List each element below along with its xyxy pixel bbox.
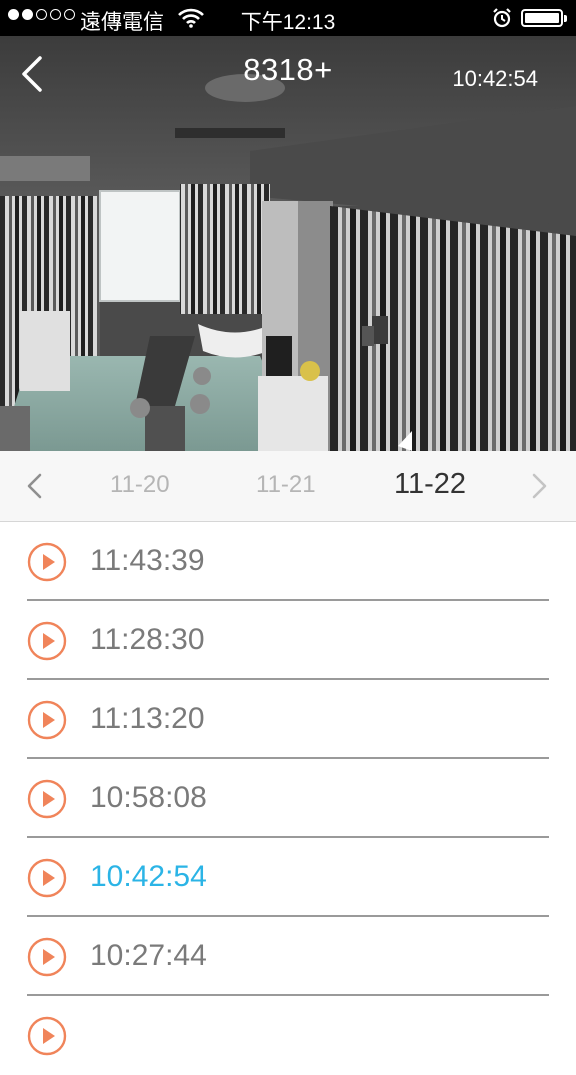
previous-date-button[interactable]: [22, 473, 48, 499]
recording-item[interactable]: 10:27:44: [0, 917, 576, 996]
camera-video-view[interactable]: 8318+ 10:42:54: [0, 36, 576, 451]
recording-item[interactable]: 11:13:20: [0, 680, 576, 759]
recording-list: 11:43:39 11:28:30 11:13:20 10:58:08 10:4…: [0, 522, 576, 1075]
video-timestamp: 10:42:54: [452, 66, 538, 91]
status-bar: 遠傳電信 下午12:13: [0, 0, 576, 36]
play-circle-icon: [27, 937, 67, 977]
recording-time: 11:43:39: [90, 544, 205, 577]
date-tab[interactable]: 11-20: [110, 471, 170, 499]
date-tab-selected[interactable]: 11-22: [394, 468, 466, 501]
play-circle-icon: [27, 700, 67, 740]
recording-item-active[interactable]: 10:42:54: [0, 838, 576, 917]
recording-item-partial[interactable]: [0, 996, 576, 1075]
recording-time: 11:28:30: [90, 623, 205, 656]
chevron-left-icon: [27, 473, 42, 499]
play-circle-icon: [27, 542, 67, 582]
alarm-icon: [492, 8, 512, 34]
play-circle-icon: [27, 621, 67, 661]
next-date-button[interactable]: [526, 473, 552, 499]
date-selector: 11-20 11-21 11-22: [0, 451, 576, 522]
recording-time: 11:13:20: [90, 702, 205, 735]
play-circle-icon: [27, 779, 67, 819]
recording-item[interactable]: 11:43:39: [0, 522, 576, 601]
play-circle-icon: [27, 858, 67, 898]
play-circle-icon: [27, 1016, 67, 1056]
recording-time: 10:58:08: [90, 781, 207, 814]
camera-feed-image: [0, 36, 576, 451]
recording-item[interactable]: 10:58:08: [0, 759, 576, 838]
chevron-right-icon: [532, 473, 547, 499]
recording-time: 10:42:54: [90, 860, 207, 893]
recording-time: 10:27:44: [90, 939, 207, 972]
date-tab[interactable]: 11-21: [256, 471, 316, 499]
battery-icon: [521, 9, 567, 27]
status-time: 下午12:13: [240, 11, 336, 34]
recording-item[interactable]: 11:28:30: [0, 601, 576, 680]
